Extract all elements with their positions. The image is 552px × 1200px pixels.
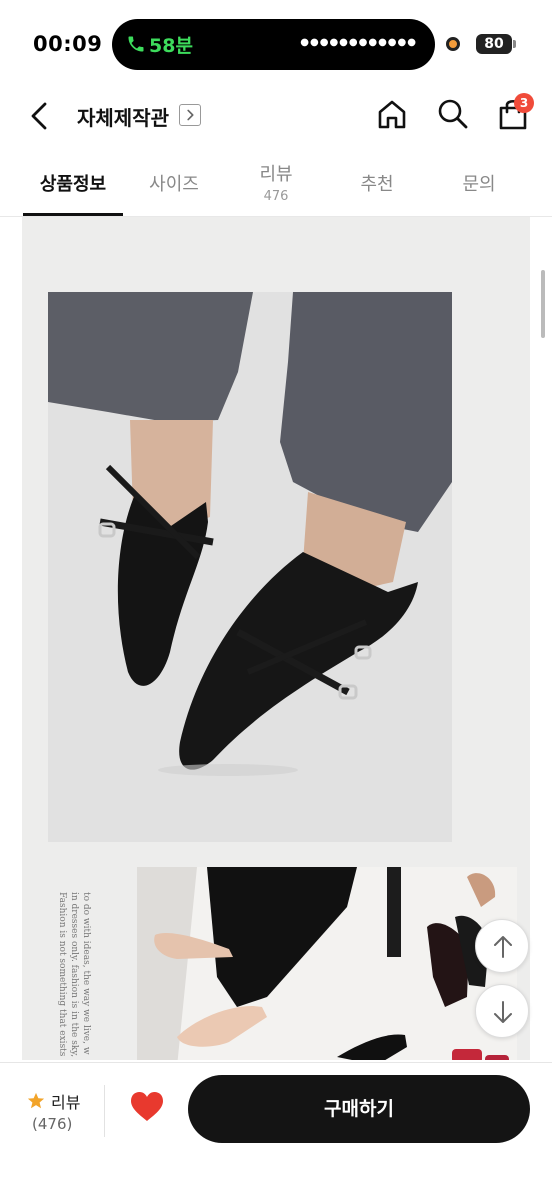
- status-time: 00:09: [33, 32, 103, 56]
- tab-label: 리뷰: [259, 164, 293, 185]
- tab-size[interactable]: 사이즈: [124, 150, 224, 217]
- product-photo-black-heels: [48, 292, 452, 842]
- svg-text:to do with ideas, the way we l: to do with ideas, the way we live, w: [81, 892, 91, 1055]
- scroll-down-icon: [494, 1001, 512, 1023]
- tab-label: 상품정보: [39, 174, 107, 195]
- phone-icon: [128, 36, 144, 52]
- camera-indicator: [446, 37, 460, 51]
- top-nav: 자체제작관 3: [0, 90, 552, 145]
- status-bar: 00:09 58분 ●●●●●●●●●●●● 80: [0, 0, 552, 90]
- review-tab-count: 476: [263, 189, 289, 204]
- cart-count-badge: 3: [514, 93, 534, 113]
- star-icon: [27, 1092, 45, 1109]
- call-duration: 58분: [149, 35, 193, 57]
- bottom-purchase-bar: 리뷰 (476) 구매하기: [0, 1062, 552, 1200]
- buy-button[interactable]: 구매하기: [188, 1075, 530, 1143]
- review-count[interactable]: (476): [32, 1115, 72, 1133]
- dynamic-island-call[interactable]: 58분 ●●●●●●●●●●●●: [112, 19, 435, 70]
- battery-tip: [513, 40, 516, 48]
- tab-product-info[interactable]: 상품정보: [23, 150, 123, 217]
- tab-recommend[interactable]: 추천: [327, 150, 427, 217]
- active-tab-indicator: [23, 213, 123, 216]
- scroll-up-button[interactable]: [475, 919, 529, 973]
- shop-name[interactable]: 자체제작관: [77, 102, 169, 131]
- caption-vertical: Fashion is not something that exists in …: [57, 892, 91, 1057]
- svg-text:in dresses only. fashion is in: in dresses only. fashion is in the sky,: [69, 892, 79, 1057]
- back-arrow-icon[interactable]: [24, 98, 54, 134]
- tab-label: 추천: [360, 174, 394, 195]
- caption-text-block: Fashion is not something that exists in …: [50, 892, 96, 1060]
- svg-text:Fashion is not something that: Fashion is not something that exists: [57, 892, 67, 1057]
- product-tabs: 상품정보 사이즈 리뷰 476 추천 문의: [0, 150, 552, 217]
- scroll-down-button[interactable]: [475, 984, 529, 1038]
- review-label[interactable]: 리뷰: [51, 1089, 80, 1113]
- tab-reviews[interactable]: 리뷰 476: [226, 150, 326, 217]
- heart-icon[interactable]: [130, 1091, 164, 1123]
- battery-indicator: 80: [476, 34, 512, 54]
- product-photo-colors: [137, 867, 517, 1060]
- scrollbar[interactable]: [541, 270, 545, 338]
- home-icon[interactable]: [374, 96, 410, 132]
- audio-wave-icon: ●●●●●●●●●●●●: [300, 37, 417, 48]
- tab-label: 사이즈: [149, 174, 199, 195]
- tab-label: 문의: [462, 174, 496, 195]
- product-detail-page: 00:09 58분 ●●●●●●●●●●●● 80 자체제작관 3 상품정보 사…: [0, 0, 552, 1200]
- product-detail-image: Fashion is not something that exists in …: [22, 217, 530, 1060]
- scroll-up-icon: [494, 936, 512, 958]
- tab-inquiry[interactable]: 문의: [429, 150, 529, 217]
- divider: [104, 1085, 105, 1137]
- chevron-right-icon[interactable]: [179, 104, 201, 126]
- search-icon[interactable]: [435, 96, 471, 132]
